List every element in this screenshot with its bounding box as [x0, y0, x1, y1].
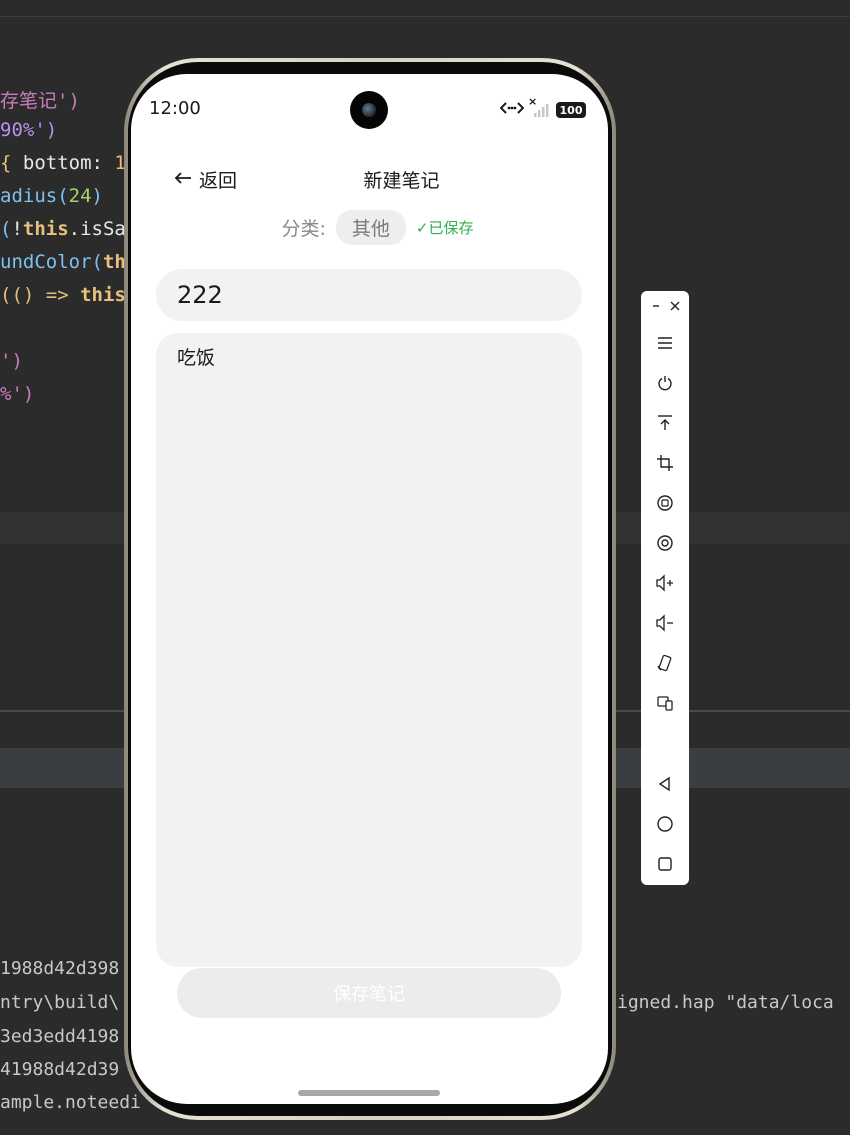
emulator-toolbar — [641, 291, 689, 885]
console-line: ample.noteedi — [0, 1092, 141, 1113]
code-token: ( — [0, 218, 12, 240]
ide-top-divider — [0, 16, 850, 17]
save-note-button[interactable]: 保存笔记 — [177, 968, 561, 1018]
code-token: .isSa — [68, 218, 126, 240]
recent-apps-icon[interactable] — [651, 850, 679, 878]
data-transfer-icon — [499, 100, 525, 120]
code-token: 90%') — [0, 119, 58, 141]
console-line-tail: igned.hap "data/loca — [617, 992, 834, 1013]
category-chip[interactable]: 其他 — [335, 210, 406, 245]
close-icon[interactable] — [667, 295, 683, 317]
code-token: th — [102, 251, 126, 273]
code-line: adius(24) — [0, 185, 103, 207]
code-line: %') — [0, 383, 34, 405]
volume-down-icon[interactable] — [651, 609, 679, 637]
saved-status: ✓已保存 — [415, 219, 474, 237]
volume-up-icon[interactable] — [651, 569, 679, 597]
code-line: { bottom: 1 — [0, 152, 126, 174]
menu-icon[interactable] — [651, 329, 679, 357]
phone-screen: 12:00 × 100 返回 新建笔记 分类: 其他 ✓已保存 吃饭 保存笔记 — [131, 74, 608, 1104]
rotate-device-icon[interactable] — [651, 649, 679, 677]
camera-lens — [362, 103, 376, 117]
home-nav-icon[interactable] — [651, 810, 679, 838]
minimize-icon[interactable] — [649, 295, 663, 317]
multi-device-icon[interactable] — [651, 689, 679, 717]
code-token: adius( — [0, 185, 69, 207]
code-token: 存笔记') — [0, 90, 80, 112]
console-line: ntry\build\ — [0, 992, 120, 1013]
note-content-input[interactable]: 吃饭 — [156, 333, 582, 967]
rotate-icon[interactable] — [651, 489, 679, 517]
code-token: ! — [11, 218, 23, 240]
console-line: 3ed3edd4198 — [0, 1026, 120, 1047]
code-token: %') — [0, 383, 35, 405]
battery-icon: 100 — [556, 102, 586, 118]
console-line: 41988d42d39 — [0, 1059, 120, 1080]
upload-icon[interactable] — [651, 409, 679, 437]
front-camera — [350, 91, 388, 129]
code-token: undColor( — [0, 251, 103, 273]
code-line: undColor(th — [0, 251, 126, 273]
code-line: 90%') — [0, 119, 57, 141]
note-title-input[interactable] — [156, 269, 582, 321]
console-line: 1988d42d398 — [0, 958, 120, 979]
power-icon[interactable] — [651, 369, 679, 397]
crop-icon[interactable] — [651, 449, 679, 477]
category-row: 分类: 其他 ✓已保存 — [131, 210, 608, 245]
code-token: this — [80, 284, 126, 306]
home-indicator[interactable] — [298, 1090, 440, 1096]
status-icons: × 100 — [499, 95, 586, 120]
code-token: 24 — [68, 185, 92, 207]
code-token: { — [0, 152, 23, 174]
code-line: (!this.isSa — [0, 218, 126, 240]
code-line: ') — [0, 350, 23, 372]
code-token: this — [22, 218, 69, 240]
code-token: (() => — [0, 284, 81, 306]
code-token: ') — [0, 350, 23, 372]
toolbar-window-controls — [641, 295, 689, 319]
signal-icon: × — [528, 95, 552, 119]
code-token: bottom: — [22, 152, 115, 174]
status-time: 12:00 — [149, 98, 201, 119]
category-label: 分类: — [281, 218, 326, 240]
code-line: 存笔记') — [0, 86, 80, 113]
back-nav-icon[interactable] — [651, 770, 679, 798]
page-title: 新建笔记 — [363, 170, 440, 192]
code-line: (() => this — [0, 284, 126, 306]
code-token: ) — [91, 185, 103, 207]
at-icon[interactable] — [651, 529, 679, 557]
